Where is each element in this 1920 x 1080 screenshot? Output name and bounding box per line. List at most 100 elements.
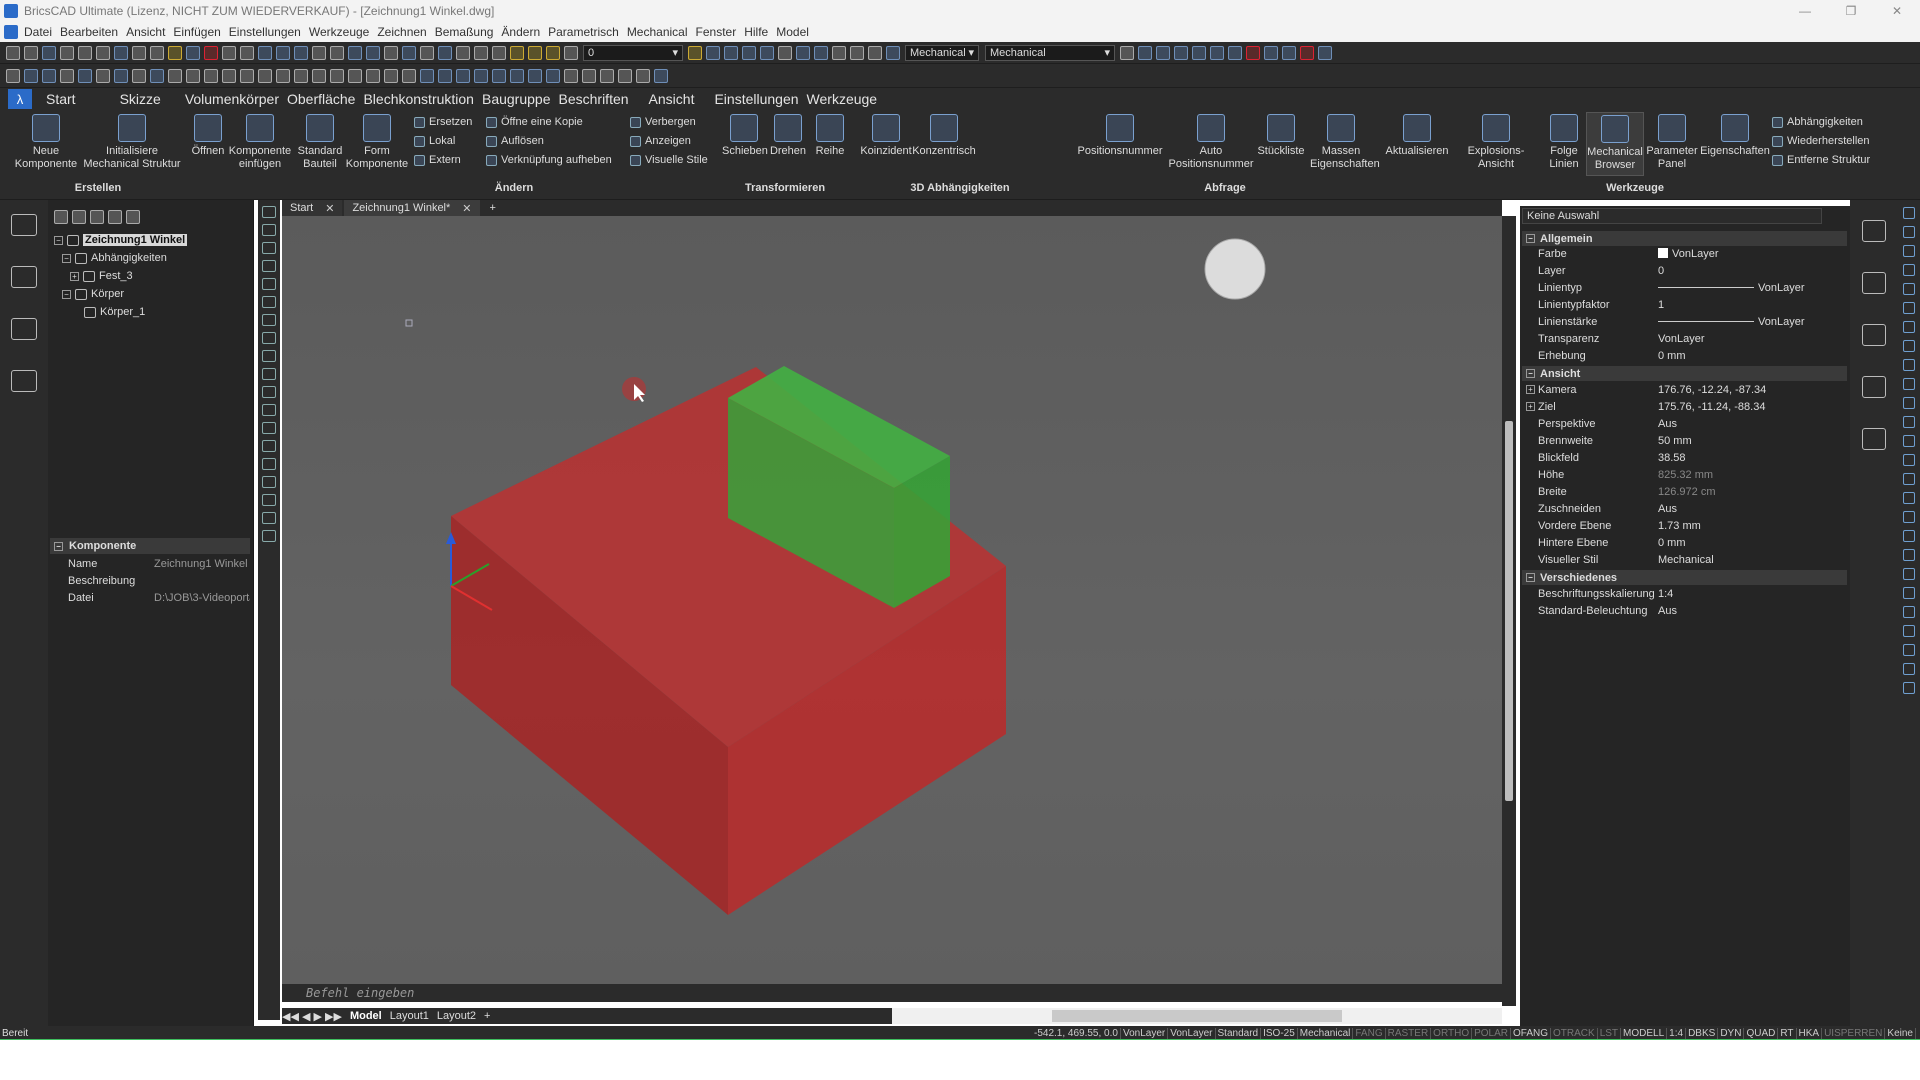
menu-ansicht[interactable]: Ansicht [126, 25, 165, 39]
rotate-tool-icon[interactable] [1903, 245, 1915, 257]
join-tool-icon[interactable] [1903, 416, 1915, 428]
schieben-button[interactable]: Schieben [722, 114, 768, 158]
move-face-icon[interactable] [438, 68, 452, 83]
view-front-icon[interactable] [814, 45, 828, 60]
status-keine[interactable]: Keine [1885, 1027, 1916, 1039]
status-color[interactable]: VonLayer [1121, 1027, 1169, 1039]
prop-row-layer[interactable]: Layer 0 [1522, 263, 1847, 280]
layout-first-icon[interactable]: ◀◀ ◀ ▶ ▶▶ [282, 1010, 342, 1023]
surface-icon[interactable] [582, 68, 596, 83]
move-tool-icon[interactable] [1903, 207, 1915, 219]
line-icon[interactable] [1156, 45, 1170, 60]
komponente-row[interactable]: Beschreibung [50, 573, 250, 590]
status-hka[interactable]: HKA [1797, 1027, 1823, 1039]
region-tool-icon[interactable] [262, 368, 276, 380]
tree-sort-icon[interactable] [126, 210, 140, 224]
reihe-button[interactable]: Reihe [810, 114, 850, 158]
align-tool-icon[interactable] [1903, 511, 1915, 523]
text-tool-icon[interactable] [262, 512, 276, 524]
thicken-icon[interactable] [330, 68, 344, 83]
point-tool-icon[interactable] [262, 350, 276, 362]
tree-filter-icon[interactable] [90, 210, 104, 224]
status-raster[interactable]: RASTER [1386, 1027, 1432, 1039]
doc-tab-start[interactable]: Start ✕ [282, 200, 343, 216]
table-tool-icon[interactable] [262, 494, 276, 506]
circle2-tool-icon[interactable] [262, 278, 276, 290]
collapse-icon[interactable]: − [62, 253, 71, 263]
taper-face-icon[interactable] [492, 68, 506, 83]
check-icon[interactable] [402, 68, 416, 83]
tree-collapse-icon[interactable] [72, 210, 86, 224]
initialisiere-button[interactable]: Initialisiere Mechanical Struktur [82, 114, 182, 171]
prop-row-erhebung[interactable]: Erhebung 0 mm [1522, 348, 1847, 365]
tree-settings-icon[interactable] [108, 210, 122, 224]
sheetmetal-icon[interactable] [654, 68, 668, 83]
close-icon[interactable]: ✕ [325, 202, 334, 215]
zoom-window-icon[interactable] [294, 45, 308, 60]
tree-root[interactable]: − Zeichnung1 Winkel [54, 234, 188, 246]
solid-edit-tool-icon[interactable] [1903, 663, 1915, 675]
menu-hilfe[interactable]: Hilfe [744, 25, 768, 39]
union-icon[interactable] [186, 68, 200, 83]
edit-text-tool-icon[interactable] [1903, 606, 1915, 618]
library-tab-icon[interactable] [11, 318, 37, 340]
redo-icon[interactable] [240, 45, 254, 60]
red-circle-icon[interactable] [1246, 45, 1260, 60]
new-icon[interactable] [6, 45, 20, 60]
sun-icon[interactable] [528, 45, 542, 60]
mesh-icon[interactable] [564, 68, 578, 83]
open-icon[interactable] [24, 45, 38, 60]
menu-aendern[interactable]: Ändern [501, 25, 540, 39]
tab-oberflaeche[interactable]: Oberfläche [287, 91, 355, 107]
menu-bearbeiten[interactable]: Bearbeiten [60, 25, 118, 39]
subtract-icon[interactable] [204, 68, 218, 83]
form-komponente-button[interactable]: Form Komponente [344, 114, 410, 171]
menu-datei[interactable]: Datei [24, 25, 52, 39]
komponente-row[interactable]: Name Zeichnung1 Winkel [50, 556, 250, 573]
offset-tool-icon[interactable] [1903, 321, 1915, 333]
extend-tool-icon[interactable] [1903, 378, 1915, 390]
entferne-struktur-button[interactable]: Entferne Struktur [1772, 154, 1870, 166]
cloud-tool-icon[interactable] [262, 404, 276, 416]
prop-row-brennweite[interactable]: Brennweite 50 mm [1522, 433, 1847, 450]
wiederherstellen-button[interactable]: Wiederherstellen [1772, 135, 1870, 147]
cylinder-icon[interactable] [24, 68, 38, 83]
komponente-row[interactable]: Datei D:\JOB\3-Videoportal [50, 590, 250, 607]
layer-prev-icon[interactable] [348, 45, 362, 60]
layout-tab-1[interactable]: Layout1 [390, 1010, 429, 1022]
properties-tab-icon[interactable] [1862, 220, 1886, 242]
explosion-button[interactable]: Explosions-Ansicht [1452, 114, 1540, 171]
section-ansicht[interactable]: − Ansicht [1522, 366, 1847, 381]
oeffnen-button[interactable]: Öffnen [186, 114, 230, 158]
collapse-icon[interactable]: − [1526, 234, 1535, 243]
tab-werkzeuge[interactable]: Werkzeuge [807, 91, 878, 107]
extrude-icon[interactable] [114, 68, 128, 83]
imprint-icon[interactable] [348, 68, 362, 83]
aktualisieren-button[interactable]: Aktualisieren [1384, 114, 1450, 158]
minimize-button[interactable]: — [1782, 0, 1828, 22]
color-face-icon[interactable] [546, 68, 560, 83]
collapse-icon[interactable]: − [62, 289, 71, 299]
horizontal-scrollbar[interactable] [892, 1008, 1502, 1024]
koinzident-button[interactable]: Koinzident [856, 114, 916, 158]
measure-icon[interactable] [1318, 45, 1332, 60]
break-tool-icon[interactable] [1903, 397, 1915, 409]
status-otrack[interactable]: OTRACK [1551, 1027, 1598, 1039]
box-icon[interactable] [6, 68, 20, 83]
menu-werkzeuge[interactable]: Werkzeuge [309, 25, 369, 39]
copy-tool-icon[interactable] [1903, 226, 1915, 238]
prop-row-hintere-ebene[interactable]: Hintere Ebene 0 mm [1522, 535, 1847, 552]
chamfer-tool-icon[interactable] [1903, 435, 1915, 447]
verknuepfung-button[interactable]: Verknüpfung aufheben [486, 154, 612, 166]
red-tool-icon[interactable] [1300, 45, 1314, 60]
layer-manager-icon[interactable] [330, 45, 344, 60]
collapse-icon[interactable]: − [54, 541, 63, 551]
save-as-icon[interactable] [60, 45, 74, 60]
parameter-panel-button[interactable]: Parameter Panel [1644, 114, 1700, 171]
collapse-icon[interactable]: − [1526, 573, 1535, 582]
new-tab-button[interactable]: + [482, 200, 504, 216]
arrow-left-icon[interactable] [474, 45, 488, 60]
torus-icon[interactable] [96, 68, 110, 83]
intersect-icon[interactable] [222, 68, 236, 83]
drawing-explorer-tab-icon[interactable] [1862, 272, 1886, 294]
